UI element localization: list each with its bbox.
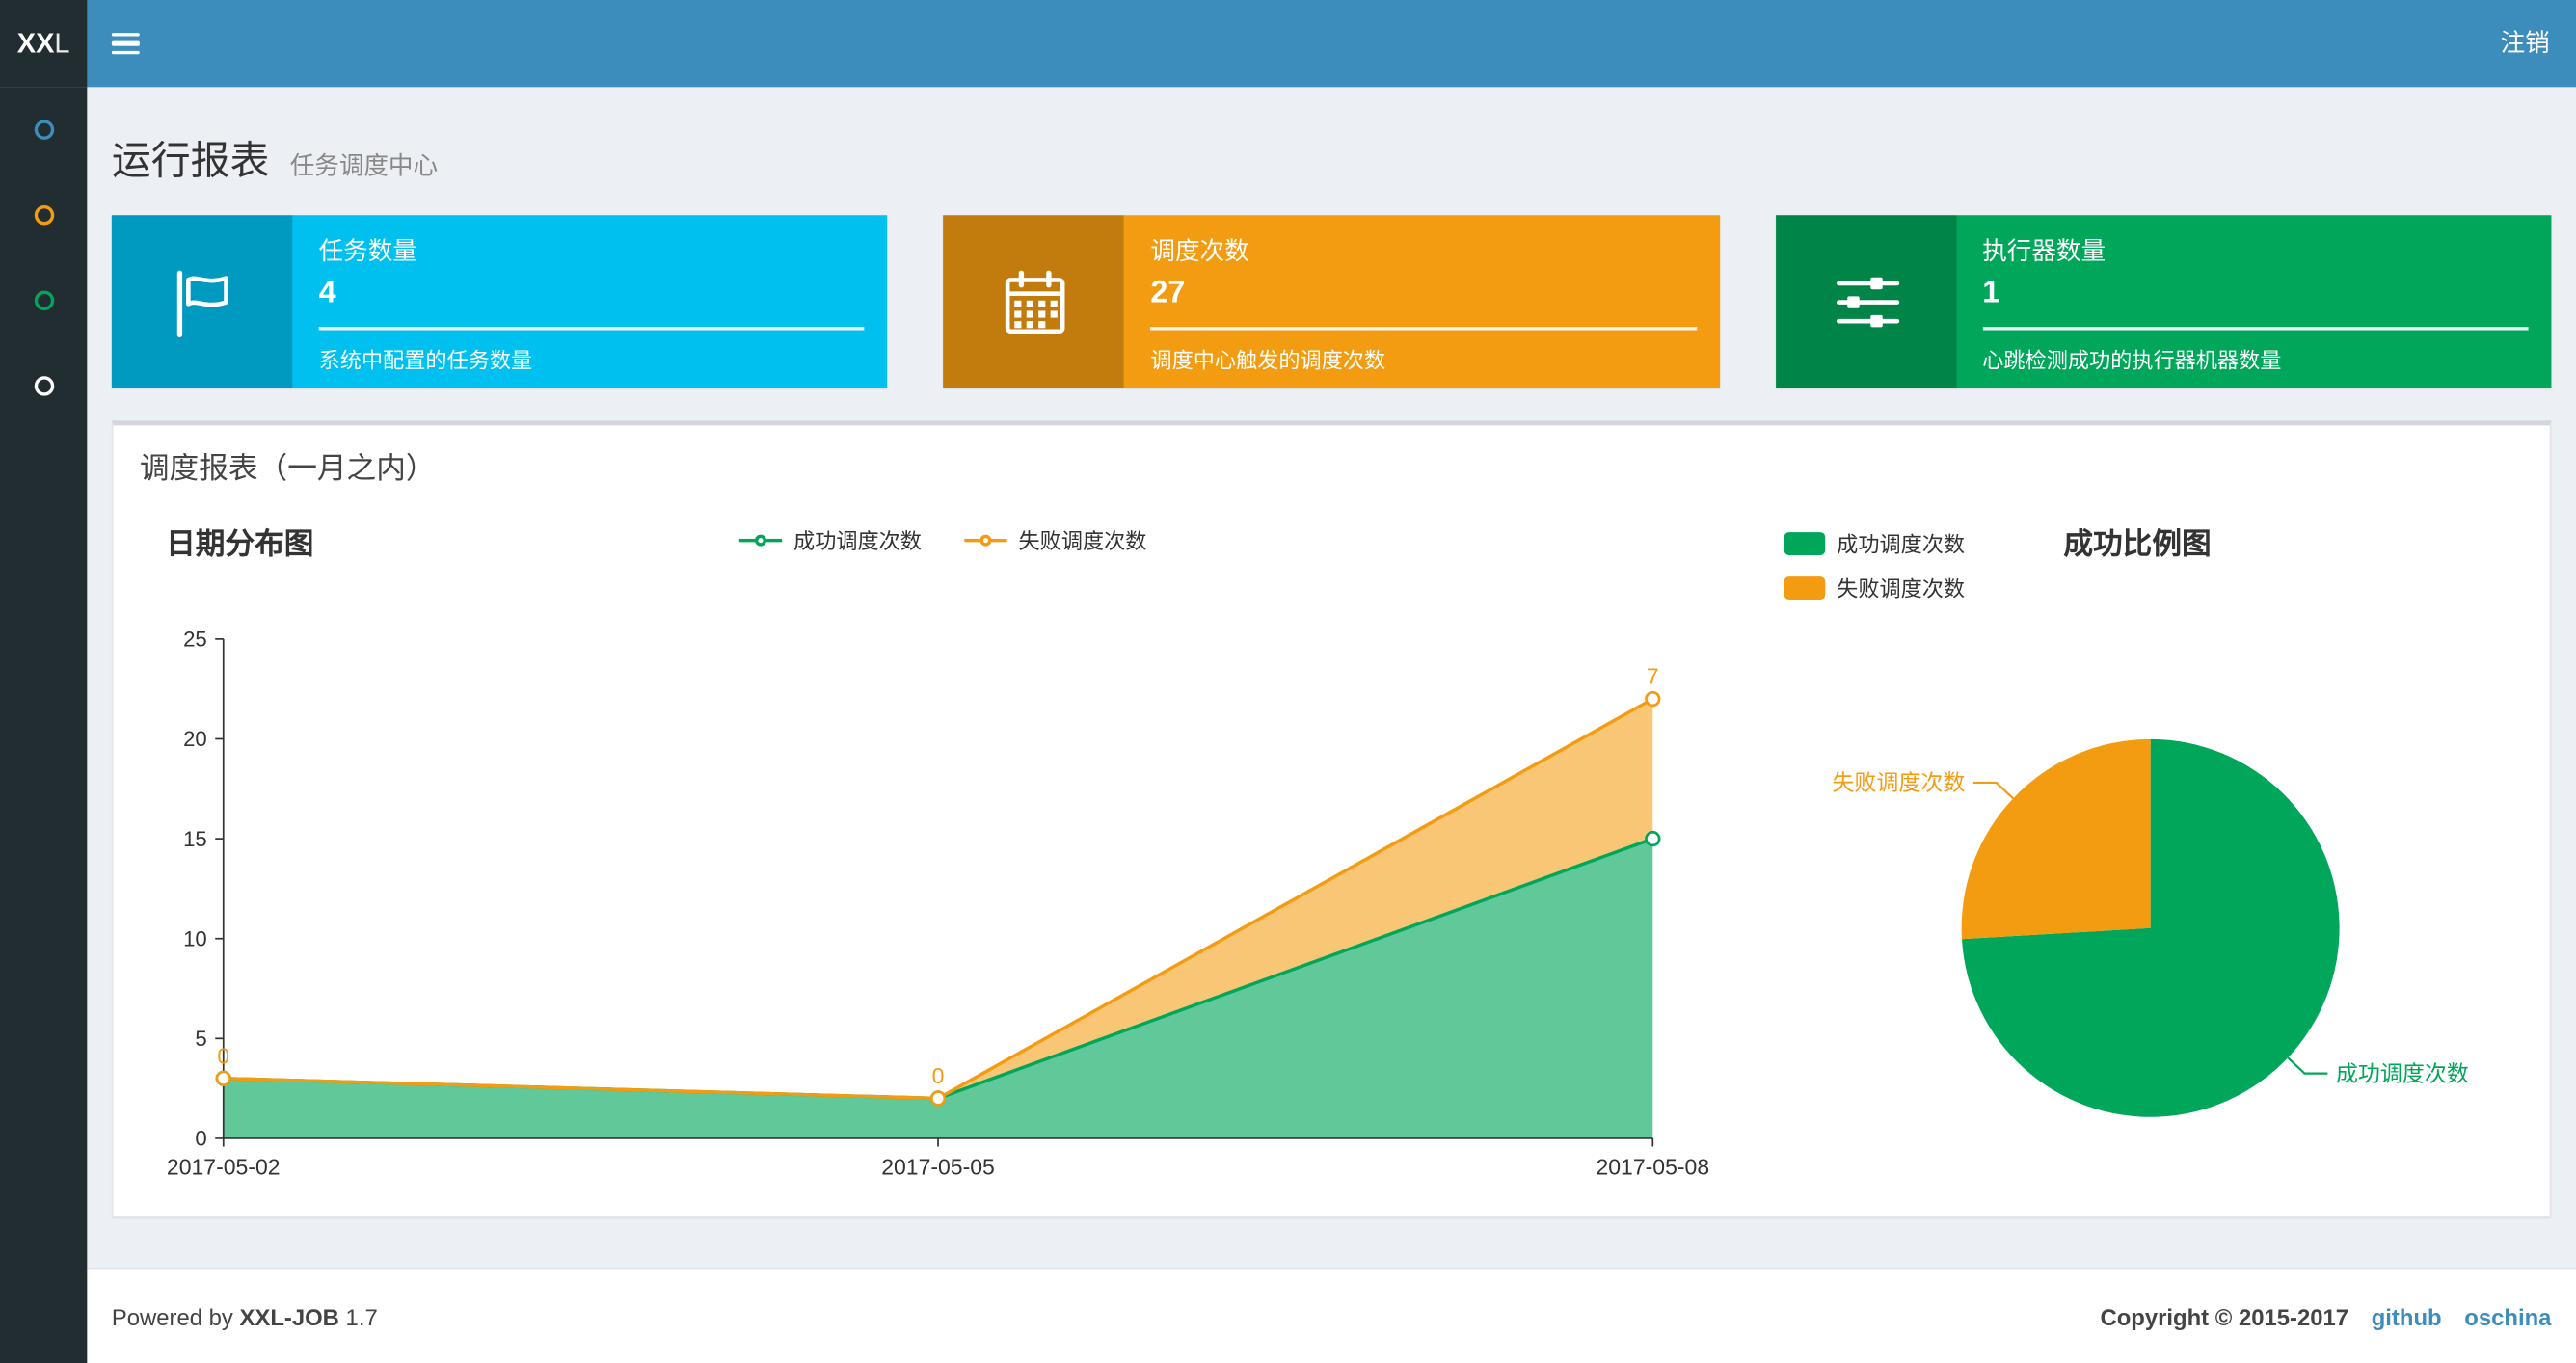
info-box-value: 1 (1982, 276, 2000, 311)
info-box-value: 27 (1150, 276, 1186, 311)
footer: Powered by XXL-JOB 1.7 Copyright © 2015-… (87, 1268, 2576, 1363)
svg-text:20: 20 (183, 727, 207, 751)
circle-icon (33, 376, 54, 396)
oschina-link[interactable]: oschina (2464, 1303, 2551, 1329)
svg-text:15: 15 (183, 827, 207, 851)
circle-icon (33, 120, 54, 140)
legend-item-fail[interactable]: 失败调度次数 (964, 524, 1146, 555)
swatch-icon (1784, 575, 1826, 600)
line-marker-icon (964, 533, 1007, 546)
svg-text:5: 5 (195, 1027, 206, 1051)
svg-text:2017-05-05: 2017-05-05 (881, 1154, 995, 1179)
svg-text:25: 25 (183, 628, 207, 652)
product-version: 1.7 (345, 1303, 378, 1330)
legend-label: 成功调度次数 (1837, 532, 1966, 557)
legend-item-fail[interactable]: 失败调度次数 (1784, 572, 1965, 602)
info-box-jobs: 任务数量 4 系统中配置的任务数量 (111, 215, 888, 388)
app-logo-bold: XX (16, 27, 55, 59)
swatch-icon (1784, 531, 1826, 555)
footer-powered: Powered by XXL-JOB 1.7 (111, 1303, 378, 1330)
logout-link[interactable]: 注销 (2474, 0, 2576, 87)
app-logo-rest: L (54, 27, 70, 59)
sidebar-menu (0, 87, 87, 428)
top-navbar: XX L 注销 (0, 0, 2576, 88)
info-box-title: 执行器数量 (1982, 238, 2106, 267)
page-header: 运行报表 任务调度中心 (112, 128, 2552, 186)
pie-chart-legend: 成功调度次数 失败调度次数 (1784, 527, 1965, 602)
sidebar-item-4[interactable] (0, 343, 87, 429)
sliders-icon (1775, 215, 1956, 388)
svg-text:0: 0 (195, 1127, 206, 1151)
legend-item-success[interactable]: 成功调度次数 (738, 524, 922, 555)
svg-text:10: 10 (183, 926, 207, 950)
line-chart-title: 日期分布图 (166, 527, 314, 561)
sidebar (0, 87, 88, 1363)
svg-text:2017-05-02: 2017-05-02 (167, 1154, 281, 1179)
svg-text:成功调度次数: 成功调度次数 (2336, 1060, 2469, 1085)
info-box-progress (1982, 327, 2529, 331)
sidebar-toggle-button[interactable] (87, 0, 162, 87)
app-logo[interactable]: XX L (0, 0, 88, 88)
sidebar-item-2[interactable] (0, 173, 87, 258)
info-box-value: 4 (318, 276, 336, 311)
line-marker-icon (738, 533, 783, 546)
github-link[interactable]: github (2372, 1303, 2442, 1329)
svg-text:2017-05-08: 2017-05-08 (1596, 1154, 1709, 1179)
legend-label: 失败调度次数 (1018, 528, 1147, 554)
info-box-executors: 执行器数量 1 心跳检测成功的执行器机器数量 (1775, 215, 2552, 388)
circle-icon (33, 290, 54, 311)
info-box-description: 系统中配置的任务数量 (318, 348, 533, 373)
info-box-description: 心跳检测成功的执行器机器数量 (1982, 348, 2282, 373)
content-wrapper: 运行报表 任务调度中心 任务数量 4 系统中配置的任务数量 调度次数 27 调度… (87, 87, 2576, 1242)
sidebar-item-1[interactable] (0, 87, 87, 173)
svg-text:7: 7 (1647, 664, 1659, 689)
legend-item-success[interactable]: 成功调度次数 (1784, 527, 1965, 558)
sidebar-item-3[interactable] (0, 258, 87, 344)
svg-text:0: 0 (932, 1063, 945, 1088)
circle-icon (33, 205, 54, 226)
report-panel: 调度报表（一月之内） 日期分布图 成功调度次数 失败调度次数 0 5 10 15 20 2… (111, 420, 2552, 1217)
info-box-title: 调度次数 (1150, 238, 1249, 267)
legend-label: 成功调度次数 (793, 528, 922, 554)
line-chart-legend: 成功调度次数 失败调度次数 (598, 524, 1288, 555)
success-ratio-pie-chart: 成功调度次数 失败调度次数 (1832, 738, 2469, 1117)
page-title: 运行报表 (111, 139, 270, 184)
footer-copyright: Copyright © 2015-2017 github oschina (2100, 1303, 2552, 1330)
info-box-title: 任务数量 (318, 238, 417, 267)
calendar-icon (943, 215, 1125, 388)
info-box-progress (318, 327, 865, 331)
svg-text:失败调度次数: 失败调度次数 (1832, 770, 1965, 795)
info-box-progress (1150, 327, 1697, 331)
pie-chart-title: 成功比例图 (2063, 527, 2212, 561)
svg-text:0: 0 (217, 1043, 229, 1068)
product-name: XXL-JOB (239, 1303, 339, 1330)
legend-label: 失败调度次数 (1837, 576, 1966, 601)
info-box-row: 任务数量 4 系统中配置的任务数量 调度次数 27 调度中心触发的调度次数 执行… (111, 215, 2552, 388)
info-box-triggers: 调度次数 27 调度中心触发的调度次数 (943, 215, 1720, 388)
flag-icon (111, 215, 293, 388)
hamburger-icon (111, 32, 139, 37)
info-box-description: 调度中心触发的调度次数 (1150, 348, 1386, 373)
page-subtitle: 任务调度中心 (289, 152, 439, 181)
